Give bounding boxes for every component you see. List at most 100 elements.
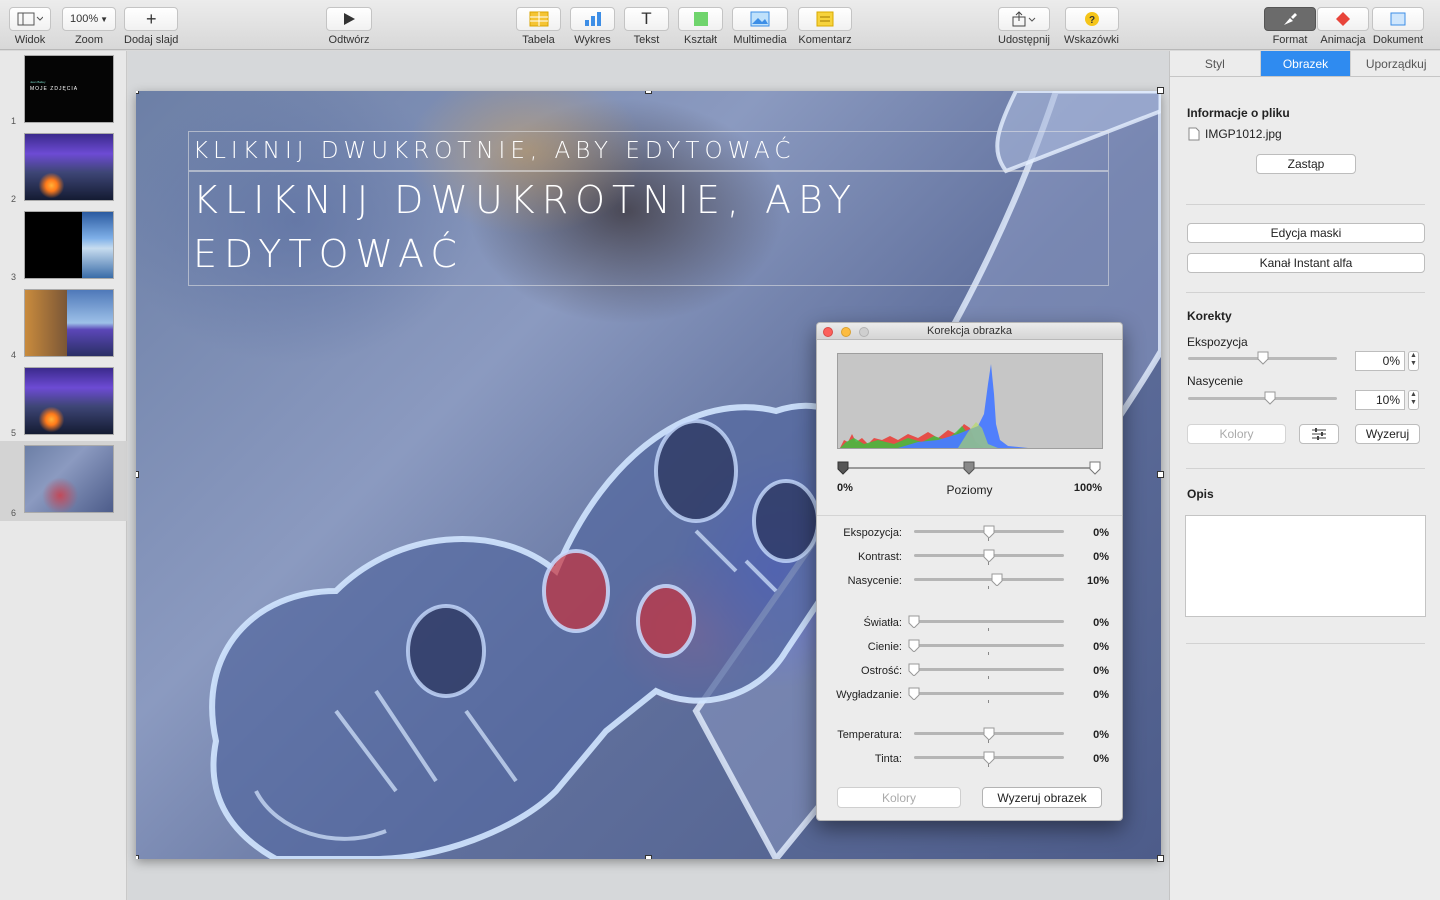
slide-thumbnail[interactable]: 4: [0, 285, 127, 363]
selection-handle[interactable]: [645, 91, 652, 94]
media-button[interactable]: [732, 7, 788, 31]
share-control[interactable]: Udostępnij: [998, 7, 1050, 46]
zoom-control[interactable]: 100% ▼ Zoom: [62, 7, 116, 46]
document-control[interactable]: Dokument: [1372, 7, 1424, 46]
table-button[interactable]: [516, 7, 561, 31]
slide-thumbnail[interactable]: 5: [0, 363, 127, 441]
tab-arrange[interactable]: Uporządkuj: [1351, 51, 1440, 76]
selection-handle[interactable]: [136, 855, 139, 859]
share-button[interactable]: [998, 7, 1050, 31]
zoom-select[interactable]: 100% ▼: [62, 7, 116, 31]
adjust-image-window: Korekcja obrazka 0% Poziomy 100% Ekspozy…: [816, 322, 1123, 821]
adjustment-slider-knob[interactable]: [983, 751, 995, 764]
selection-handle[interactable]: [645, 855, 652, 859]
saturation-slider-knob[interactable]: [1264, 391, 1276, 405]
tab-image[interactable]: Obrazek: [1260, 51, 1352, 76]
format-inspector: Styl Obrazek Uporządkuj Informacje o pli…: [1169, 51, 1440, 900]
document-label: Dokument: [1372, 34, 1424, 46]
tips-control[interactable]: ? Wskazówki: [1064, 7, 1119, 46]
comment-control[interactable]: Komentarz: [798, 7, 852, 46]
media-control[interactable]: Multimedia: [732, 7, 788, 46]
adjustment-slider-knob[interactable]: [991, 573, 1003, 586]
saturation-slider[interactable]: [1188, 391, 1337, 405]
adjustment-slider-knob[interactable]: [908, 615, 920, 628]
replace-button[interactable]: Zastąp: [1256, 154, 1356, 174]
selection-handle[interactable]: [136, 471, 139, 478]
adjustment-slider[interactable]: [908, 687, 1064, 703]
levels-midpoint-handle[interactable]: [963, 461, 975, 475]
saturation-field[interactable]: 10%: [1355, 390, 1405, 410]
adjustment-label: Kontrast:: [857, 551, 902, 563]
chart-control[interactable]: Wykres: [570, 7, 615, 46]
add-slide-button[interactable]: +: [124, 7, 179, 31]
edit-mask-button[interactable]: Edycja maski: [1187, 223, 1425, 243]
adjustment-slider[interactable]: [914, 727, 1064, 743]
saturation-stepper[interactable]: ▲ ▼: [1408, 390, 1419, 410]
comment-button[interactable]: [798, 7, 852, 31]
adjustment-slider-knob[interactable]: [983, 727, 995, 740]
exposure-stepper[interactable]: ▲ ▼: [1408, 351, 1419, 371]
slider-center-tick: [988, 764, 989, 767]
adjustment-slider[interactable]: [914, 751, 1064, 767]
exposure-slider-knob[interactable]: [1257, 351, 1269, 365]
divider: [1186, 643, 1425, 644]
subtitle-placeholder[interactable]: KLIKNIJ DWUKROTNIE, ABY EDYTOWAĆ: [188, 131, 1109, 171]
adjustment-slider[interactable]: [914, 525, 1064, 541]
adjustment-slider-knob[interactable]: [908, 687, 920, 700]
document-button[interactable]: [1372, 7, 1424, 31]
slide-preview: [24, 367, 114, 435]
slide-thumbnail[interactable]: 2: [0, 129, 127, 207]
play-control[interactable]: Odtwórz: [326, 7, 372, 46]
adjustment-slider[interactable]: [908, 615, 1064, 631]
text-control[interactable]: T Tekst: [624, 7, 669, 46]
slide-thumbnail-selected[interactable]: 6: [0, 441, 127, 521]
selection-handle[interactable]: [136, 91, 139, 94]
chevron-down-icon: ▼: [100, 14, 109, 24]
adjustment-slider-knob[interactable]: [908, 663, 920, 676]
adjust-image-button[interactable]: [1299, 424, 1339, 444]
slider-center-tick: [988, 628, 989, 631]
slide-preview: [24, 289, 114, 357]
animate-button[interactable]: [1317, 7, 1369, 31]
play-button[interactable]: [326, 7, 372, 31]
adjustment-slider-knob[interactable]: [983, 525, 995, 538]
instant-alpha-button[interactable]: Kanał Instant alfa: [1187, 253, 1425, 273]
view-button[interactable]: [9, 7, 51, 31]
format-control[interactable]: Format: [1264, 7, 1316, 46]
adjustment-slider-knob[interactable]: [908, 639, 920, 652]
shape-control[interactable]: Kształt: [678, 7, 723, 46]
table-control[interactable]: Tabela: [516, 7, 561, 46]
adjustment-label: Ostrość:: [861, 665, 902, 677]
colors-button[interactable]: Kolory: [837, 787, 961, 808]
add-slide-control[interactable]: + Dodaj slajd: [124, 7, 178, 46]
description-textarea[interactable]: [1185, 515, 1426, 617]
adjustment-slider[interactable]: [908, 639, 1064, 655]
text-button[interactable]: T: [624, 7, 669, 31]
reset-button[interactable]: Wyzeruj: [1355, 424, 1420, 444]
exposure-field[interactable]: 0%: [1355, 351, 1405, 371]
title-placeholder[interactable]: KLIKNIJ DWUKROTNIE, ABY EDYTOWAĆ: [188, 171, 1109, 286]
levels-white-point-handle[interactable]: [1089, 461, 1101, 475]
adjustment-slider[interactable]: [908, 663, 1064, 679]
adjustment-slider-knob[interactable]: [983, 549, 995, 562]
reset-image-button[interactable]: Wyzeruj obrazek: [982, 787, 1102, 808]
adjustment-slider[interactable]: [914, 573, 1064, 589]
selection-handle[interactable]: [1157, 855, 1164, 862]
slider-center-tick: [988, 562, 989, 565]
selection-handle[interactable]: [1157, 471, 1164, 478]
slide-thumbnail[interactable]: Jean Bailey MOJE ZDJĘCIA 1: [0, 51, 127, 129]
colors-button[interactable]: Kolory: [1187, 424, 1286, 444]
tab-style[interactable]: Styl: [1170, 51, 1261, 76]
shape-button[interactable]: [678, 7, 723, 31]
tips-button[interactable]: ?: [1064, 7, 1119, 31]
view-control[interactable]: Widok: [9, 7, 51, 46]
slide-thumbnail[interactable]: 3: [0, 207, 127, 285]
animate-control[interactable]: Animacja: [1317, 7, 1369, 46]
selection-handle[interactable]: [1157, 87, 1164, 94]
window-titlebar[interactable]: Korekcja obrazka: [817, 323, 1122, 340]
chart-button[interactable]: [570, 7, 615, 31]
levels-black-point-handle[interactable]: [837, 461, 849, 475]
exposure-slider[interactable]: [1188, 351, 1337, 365]
adjustment-slider[interactable]: [914, 549, 1064, 565]
format-button[interactable]: [1264, 7, 1316, 31]
